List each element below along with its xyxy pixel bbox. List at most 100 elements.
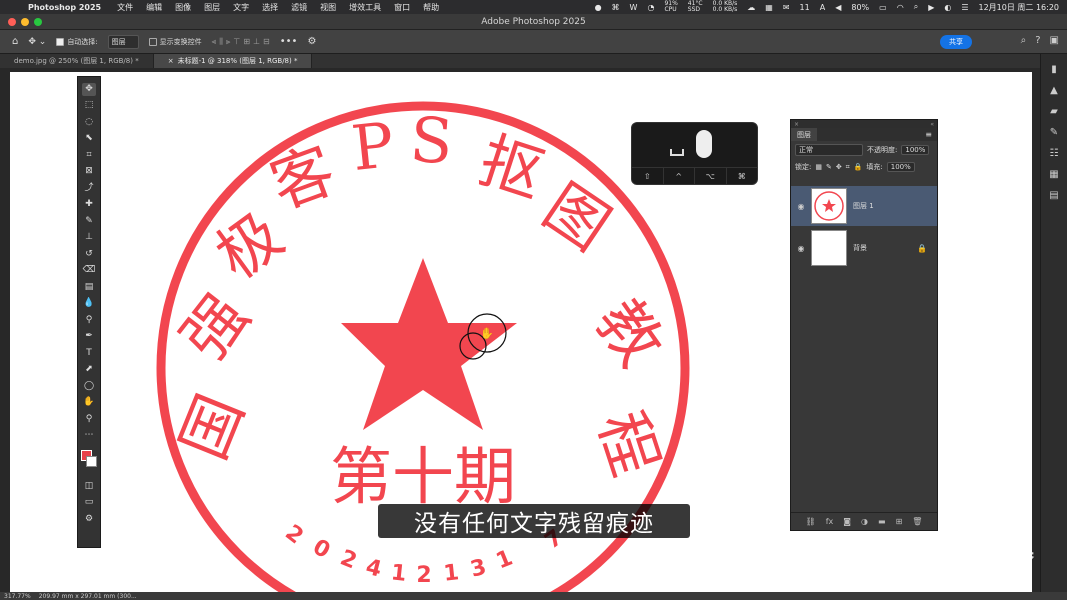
panel-menu-icon[interactable]: ≡ — [925, 130, 932, 139]
type-tool-icon[interactable]: T — [82, 347, 96, 360]
datetime[interactable]: 12月10日 周二 16:20 — [979, 2, 1060, 13]
mask-icon[interactable]: ◙ — [843, 517, 851, 526]
show-transform-checkbox[interactable]: 显示变换控件 — [148, 37, 202, 47]
tab-untitled[interactable]: × 未标题-1 @ 318% (图层 1, RGB/8) * — [153, 54, 313, 68]
frame-tool-icon[interactable]: ⊠ — [82, 166, 96, 179]
learn-icon[interactable]: ▲ — [1050, 85, 1058, 96]
dodge-tool-icon[interactable]: ⚲ — [82, 314, 96, 327]
lock-pixels-icon[interactable]: ✎ — [826, 163, 832, 171]
link-icon[interactable]: ⛓ — [806, 517, 816, 526]
layer-thumbnail[interactable] — [811, 230, 847, 266]
input-method-icon[interactable]: A — [820, 3, 825, 12]
collapse-icon[interactable]: « — [930, 121, 934, 128]
shape-tool-icon[interactable]: ◯ — [82, 380, 96, 393]
app-menu[interactable]: Photoshop 2025 — [28, 3, 101, 12]
hand-tool-icon[interactable]: ✋ — [82, 397, 96, 410]
properties-icon[interactable]: ▮ — [1051, 64, 1057, 75]
share-button[interactable]: 共享 — [940, 35, 972, 49]
menu-filter[interactable]: 滤镜 — [291, 2, 307, 13]
grid-icon[interactable]: ▦ — [765, 3, 773, 12]
menu-file[interactable]: 文件 — [117, 2, 133, 13]
comments-icon[interactable]: ▰ — [1050, 106, 1058, 117]
opacity-input[interactable]: 100% — [901, 145, 930, 155]
history-brush-tool-icon[interactable]: ↺ — [82, 248, 96, 261]
auto-select-value[interactable]: 图层 — [107, 34, 139, 49]
menu-image[interactable]: 图像 — [175, 2, 191, 13]
document-icon[interactable]: ▤ — [1049, 190, 1058, 201]
eye-icon[interactable]: ◉ — [791, 244, 811, 253]
object-select-tool-icon[interactable]: ⬉ — [82, 133, 96, 146]
blend-mode-select[interactable]: 正常 — [795, 144, 863, 156]
align-bottom-icon[interactable]: ⊥ — [253, 37, 260, 46]
libraries-icon[interactable]: ▦ — [1049, 169, 1058, 180]
w-status-icon[interactable]: W — [630, 3, 638, 12]
menu-view[interactable]: 视图 — [320, 2, 336, 13]
eyedropper-tool-icon[interactable]: ⤴ — [82, 182, 96, 195]
app-status-icon[interactable]: ⌘ — [612, 3, 620, 12]
auto-select-checkbox[interactable]: 自动选择: — [56, 37, 98, 47]
align-vcenter-icon[interactable]: ⊞ — [243, 37, 250, 46]
battery-icon[interactable]: ▭ — [879, 3, 887, 12]
adjustment-icon[interactable]: ◑ — [861, 517, 868, 526]
wechat-icon[interactable]: ✉ — [783, 3, 790, 12]
auto-select-dropdown[interactable]: 图层 — [107, 34, 139, 49]
cloud-icon[interactable]: ☁ — [747, 3, 755, 12]
path-select-tool-icon[interactable]: ⬈ — [82, 364, 96, 377]
extras-icon[interactable]: ⚙ — [82, 513, 96, 526]
help-icon[interactable]: ? — [1035, 35, 1040, 46]
close-window-button[interactable] — [8, 18, 16, 26]
menu-help[interactable]: 帮助 — [423, 2, 439, 13]
align-left-icon[interactable]: ⫷ — [212, 37, 217, 47]
zoom-window-button[interactable] — [34, 18, 42, 26]
crop-tool-icon[interactable]: ⌗ — [82, 149, 96, 162]
healing-tool-icon[interactable]: ✚ — [82, 199, 96, 212]
tab-layers[interactable]: 图层 — [791, 128, 817, 141]
align-hcenter-icon[interactable]: ⫼ — [219, 37, 223, 47]
background-color-swatch[interactable] — [86, 456, 97, 467]
wifi-icon[interactable]: ◠ — [897, 3, 904, 12]
menu-plugins[interactable]: 增效工具 — [349, 2, 381, 13]
search-icon[interactable]: ⌕ — [1021, 35, 1027, 46]
gradient-tool-icon[interactable]: ▤ — [82, 281, 96, 294]
close-icon[interactable]: × — [168, 57, 174, 65]
lock-transparency-icon[interactable]: ▦ — [815, 163, 822, 171]
move-tool-icon[interactable]: ✥ — [82, 83, 96, 96]
adjustments-icon[interactable]: ☷ — [1050, 148, 1059, 159]
tab-demo[interactable]: demo.jpg @ 250% (图层 1, RGB/8) * — [0, 54, 154, 68]
record-icon[interactable]: ● — [595, 3, 602, 12]
quick-mask-icon[interactable]: ◫ — [82, 480, 96, 493]
align-top-icon[interactable]: ⊤ — [233, 37, 240, 46]
new-layer-icon[interactable]: ⊞ — [896, 517, 903, 526]
control-center-icon[interactable]: ☰ — [961, 3, 968, 12]
layer-thumbnail[interactable] — [811, 188, 847, 224]
home-icon[interactable]: ⌂ — [12, 36, 18, 47]
zoom-tool-icon[interactable]: ⚲ — [82, 413, 96, 426]
more-options-icon[interactable]: ••• — [280, 36, 298, 47]
gauge-icon[interactable]: ◔ — [647, 3, 654, 12]
distribute-icon[interactable]: ⊟ — [263, 37, 270, 46]
workspace-icon[interactable]: ▣ — [1050, 35, 1059, 46]
menu-select[interactable]: 选择 — [262, 2, 278, 13]
brush-tool-icon[interactable]: ✎ — [82, 215, 96, 228]
menu-edit[interactable]: 编辑 — [146, 2, 162, 13]
align-right-icon[interactable]: ⫸ — [226, 37, 231, 47]
blur-tool-icon[interactable]: 💧 — [82, 298, 96, 311]
fx-icon[interactable]: fx — [826, 517, 834, 526]
stamp-tool-icon[interactable]: ⊥ — [82, 232, 96, 245]
pen-tool-icon[interactable]: ✒ — [82, 331, 96, 344]
volume-icon[interactable]: ◀ — [835, 3, 841, 12]
lock-position-icon[interactable]: ✥ — [836, 163, 842, 171]
layer-row-background[interactable]: ◉ 背景 🔒 — [791, 228, 937, 268]
zoom-level[interactable]: 317.77% — [4, 593, 31, 600]
layer-row-1[interactable]: ◉ 图层 1 — [791, 186, 937, 226]
search-icon[interactable]: ⌕ — [914, 2, 918, 12]
lock-all-icon[interactable]: 🔒 — [854, 163, 863, 171]
lasso-tool-icon[interactable]: ◌ — [82, 116, 96, 129]
checkbox-icon[interactable] — [56, 37, 65, 46]
more-tools-icon[interactable]: ⋯ — [82, 430, 96, 443]
play-icon[interactable]: ▶ — [928, 3, 934, 12]
fill-input[interactable]: 100% — [886, 162, 915, 172]
folder-icon[interactable]: ▬ — [878, 517, 886, 526]
menu-window[interactable]: 窗口 — [394, 2, 410, 13]
settings-gear-icon[interactable]: ⚙ — [307, 36, 316, 47]
